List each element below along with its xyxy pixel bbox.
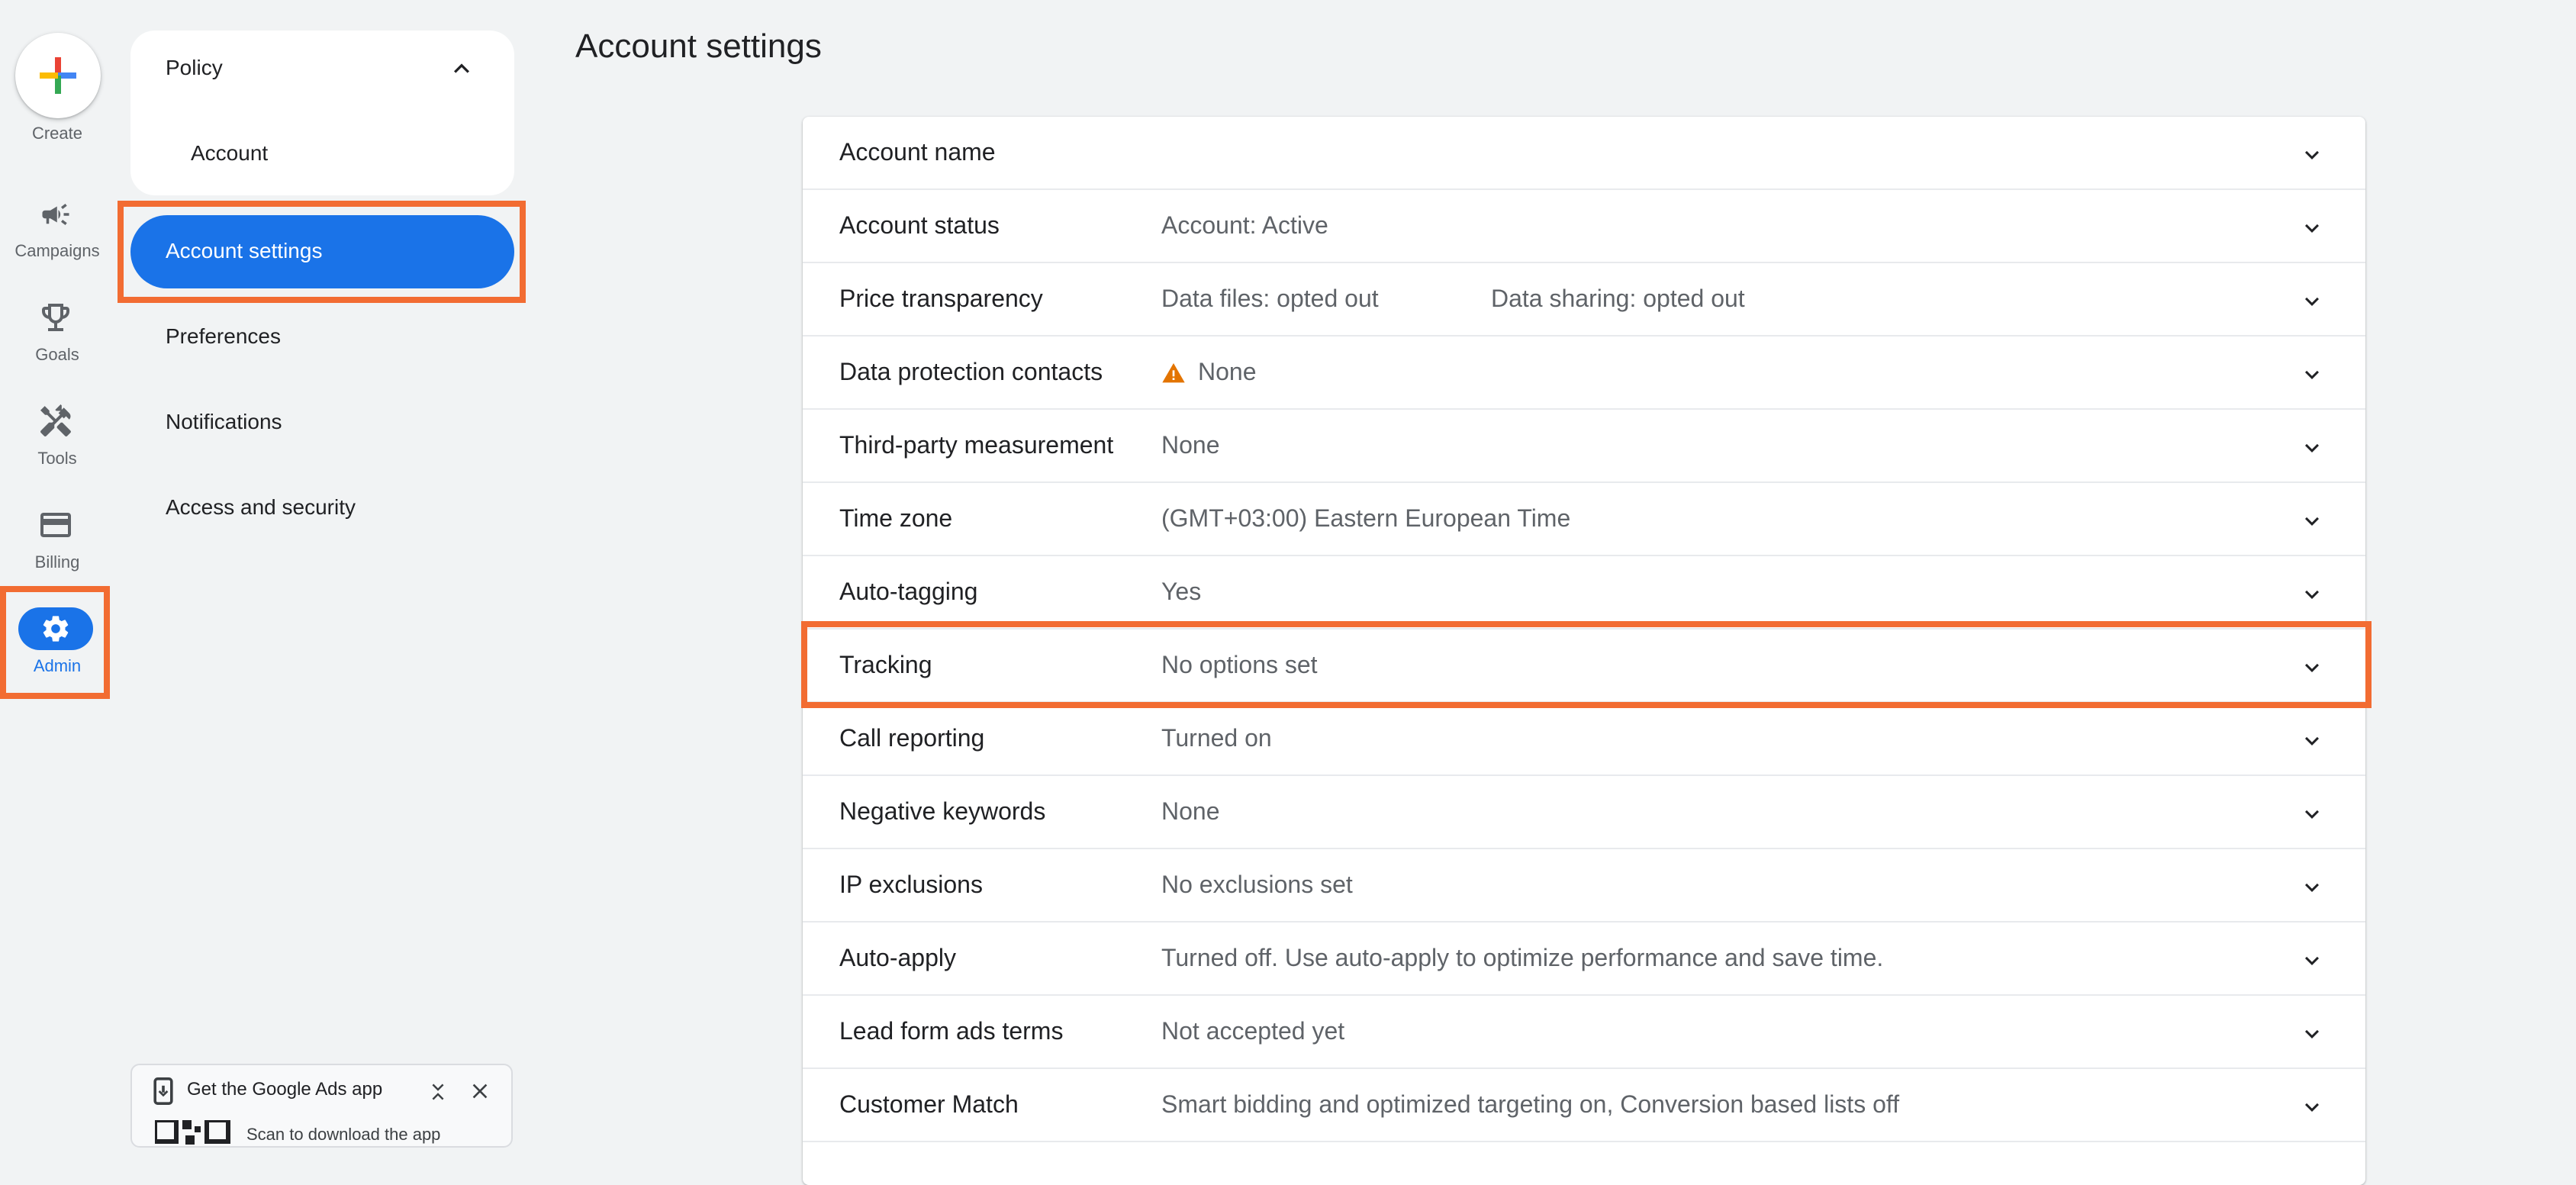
policy-label[interactable]: Policy: [166, 56, 223, 80]
phone-icon: [153, 1077, 173, 1105]
setting-value: Turned off. Use auto-apply to optimize p…: [1161, 944, 1883, 972]
warning-icon: [1161, 361, 1186, 384]
goals-label[interactable]: Goals: [0, 345, 114, 365]
setting-label: Auto-apply: [839, 944, 956, 972]
campaigns-label[interactable]: Campaigns: [0, 241, 114, 261]
chevron-down-icon[interactable]: [2298, 434, 2326, 462]
chevron-down-icon[interactable]: [2298, 800, 2326, 828]
chevron-up-icon[interactable]: [446, 53, 477, 84]
setting-value: Turned on: [1161, 724, 1272, 752]
app-promo-title: Get the Google Ads app: [187, 1079, 382, 1100]
subnav-item-account[interactable]: Account: [191, 141, 268, 166]
chevron-down-icon[interactable]: [2298, 141, 2326, 169]
chevron-down-icon[interactable]: [2298, 288, 2326, 315]
setting-value: Data files: opted out: [1161, 285, 1379, 313]
setting-label: Lead form ads terms: [839, 1017, 1063, 1045]
setting-row-auto-apply[interactable]: Auto-apply Turned off. Use auto-apply to…: [803, 923, 2365, 996]
setting-row-ip-exclusions[interactable]: IP exclusions No exclusions set: [803, 849, 2365, 923]
chevron-down-icon[interactable]: [2298, 581, 2326, 608]
setting-row-price-transparency[interactable]: Price transparency Data files: opted out…: [803, 263, 2365, 337]
subnav-item-notifications[interactable]: Notifications: [166, 410, 282, 434]
policy-section: Policy Account: [130, 31, 514, 195]
setting-value: None: [1161, 797, 1220, 826]
close-icon[interactable]: [468, 1079, 492, 1103]
tools-icon[interactable]: [37, 403, 74, 440]
chevron-down-icon[interactable]: [2298, 1020, 2326, 1048]
setting-label: Customer Match: [839, 1090, 1019, 1119]
setting-row-negative-keywords[interactable]: Negative keywords None: [803, 776, 2365, 849]
setting-value: None: [1198, 358, 1257, 386]
plus-icon: [38, 56, 78, 95]
setting-row-time-zone[interactable]: Time zone (GMT+03:00) Eastern European T…: [803, 483, 2365, 556]
account-settings-highlight-box: [118, 201, 526, 303]
setting-value: Not accepted yet: [1161, 1017, 1344, 1045]
setting-value: (GMT+03:00) Eastern European Time: [1161, 504, 1570, 533]
tracking-highlight-box: [801, 621, 2372, 708]
admin-highlight-box: [0, 586, 110, 699]
collapse-icon[interactable]: [427, 1079, 449, 1105]
setting-row-call-reporting[interactable]: Call reporting Turned on: [803, 703, 2365, 776]
setting-row-account-status[interactable]: Account status Account: Active: [803, 190, 2365, 263]
setting-label: Time zone: [839, 504, 952, 533]
trophy-icon[interactable]: [37, 299, 74, 336]
create-label: Create: [0, 124, 114, 143]
setting-value: Yes: [1161, 578, 1201, 606]
setting-row-data-protection-contacts[interactable]: Data protection contacts None: [803, 337, 2365, 410]
setting-label: Account name: [839, 138, 996, 166]
setting-row-lead-form-ads-terms[interactable]: Lead form ads terms Not accepted yet: [803, 996, 2365, 1069]
tools-label[interactable]: Tools: [0, 449, 114, 469]
chevron-down-icon[interactable]: [2298, 507, 2326, 535]
setting-row-account-name[interactable]: Account name: [803, 117, 2365, 190]
megaphone-icon[interactable]: [37, 198, 74, 230]
page-title: Account settings: [575, 27, 822, 66]
left-rail: Create Campaigns Goals Tools Billing Adm…: [0, 0, 114, 1140]
chevron-down-icon[interactable]: [2298, 1093, 2326, 1121]
setting-row-third-party-measurement[interactable]: Third-party measurement None: [803, 410, 2365, 483]
app-promo-banner: Get the Google Ads app Scan to download …: [130, 1064, 513, 1148]
setting-label: Call reporting: [839, 724, 984, 752]
setting-value-secondary: Data sharing: opted out: [1491, 285, 1745, 313]
setting-label: Account status: [839, 211, 1000, 240]
chevron-down-icon[interactable]: [2298, 214, 2326, 242]
setting-label: Auto-tagging: [839, 578, 977, 606]
setting-row-customer-match[interactable]: Customer Match Smart bidding and optimiz…: [803, 1069, 2365, 1142]
setting-value: None: [1161, 431, 1220, 459]
chevron-down-icon[interactable]: [2298, 361, 2326, 388]
setting-value: Account: Active: [1161, 211, 1328, 240]
setting-value: No exclusions set: [1161, 871, 1353, 899]
setting-label: Price transparency: [839, 285, 1043, 313]
setting-value: Smart bidding and optimized targeting on…: [1161, 1090, 1899, 1119]
chevron-down-icon[interactable]: [2298, 727, 2326, 755]
billing-label[interactable]: Billing: [0, 552, 114, 572]
create-button[interactable]: [15, 33, 101, 118]
setting-label: Third-party measurement: [839, 431, 1113, 459]
setting-label: IP exclusions: [839, 871, 983, 899]
setting-label: Data protection contacts: [839, 358, 1103, 386]
app-promo-subtitle: Scan to download the app: [246, 1125, 440, 1145]
chevron-down-icon[interactable]: [2298, 874, 2326, 901]
credit-card-icon[interactable]: [37, 507, 74, 543]
setting-label: Negative keywords: [839, 797, 1045, 826]
setting-row-auto-tagging[interactable]: Auto-tagging Yes: [803, 556, 2365, 630]
subnav-item-preferences[interactable]: Preferences: [166, 324, 281, 349]
qr-code-icon: [155, 1120, 237, 1148]
chevron-down-icon[interactable]: [2298, 947, 2326, 974]
subnav-item-access-security[interactable]: Access and security: [166, 495, 356, 520]
